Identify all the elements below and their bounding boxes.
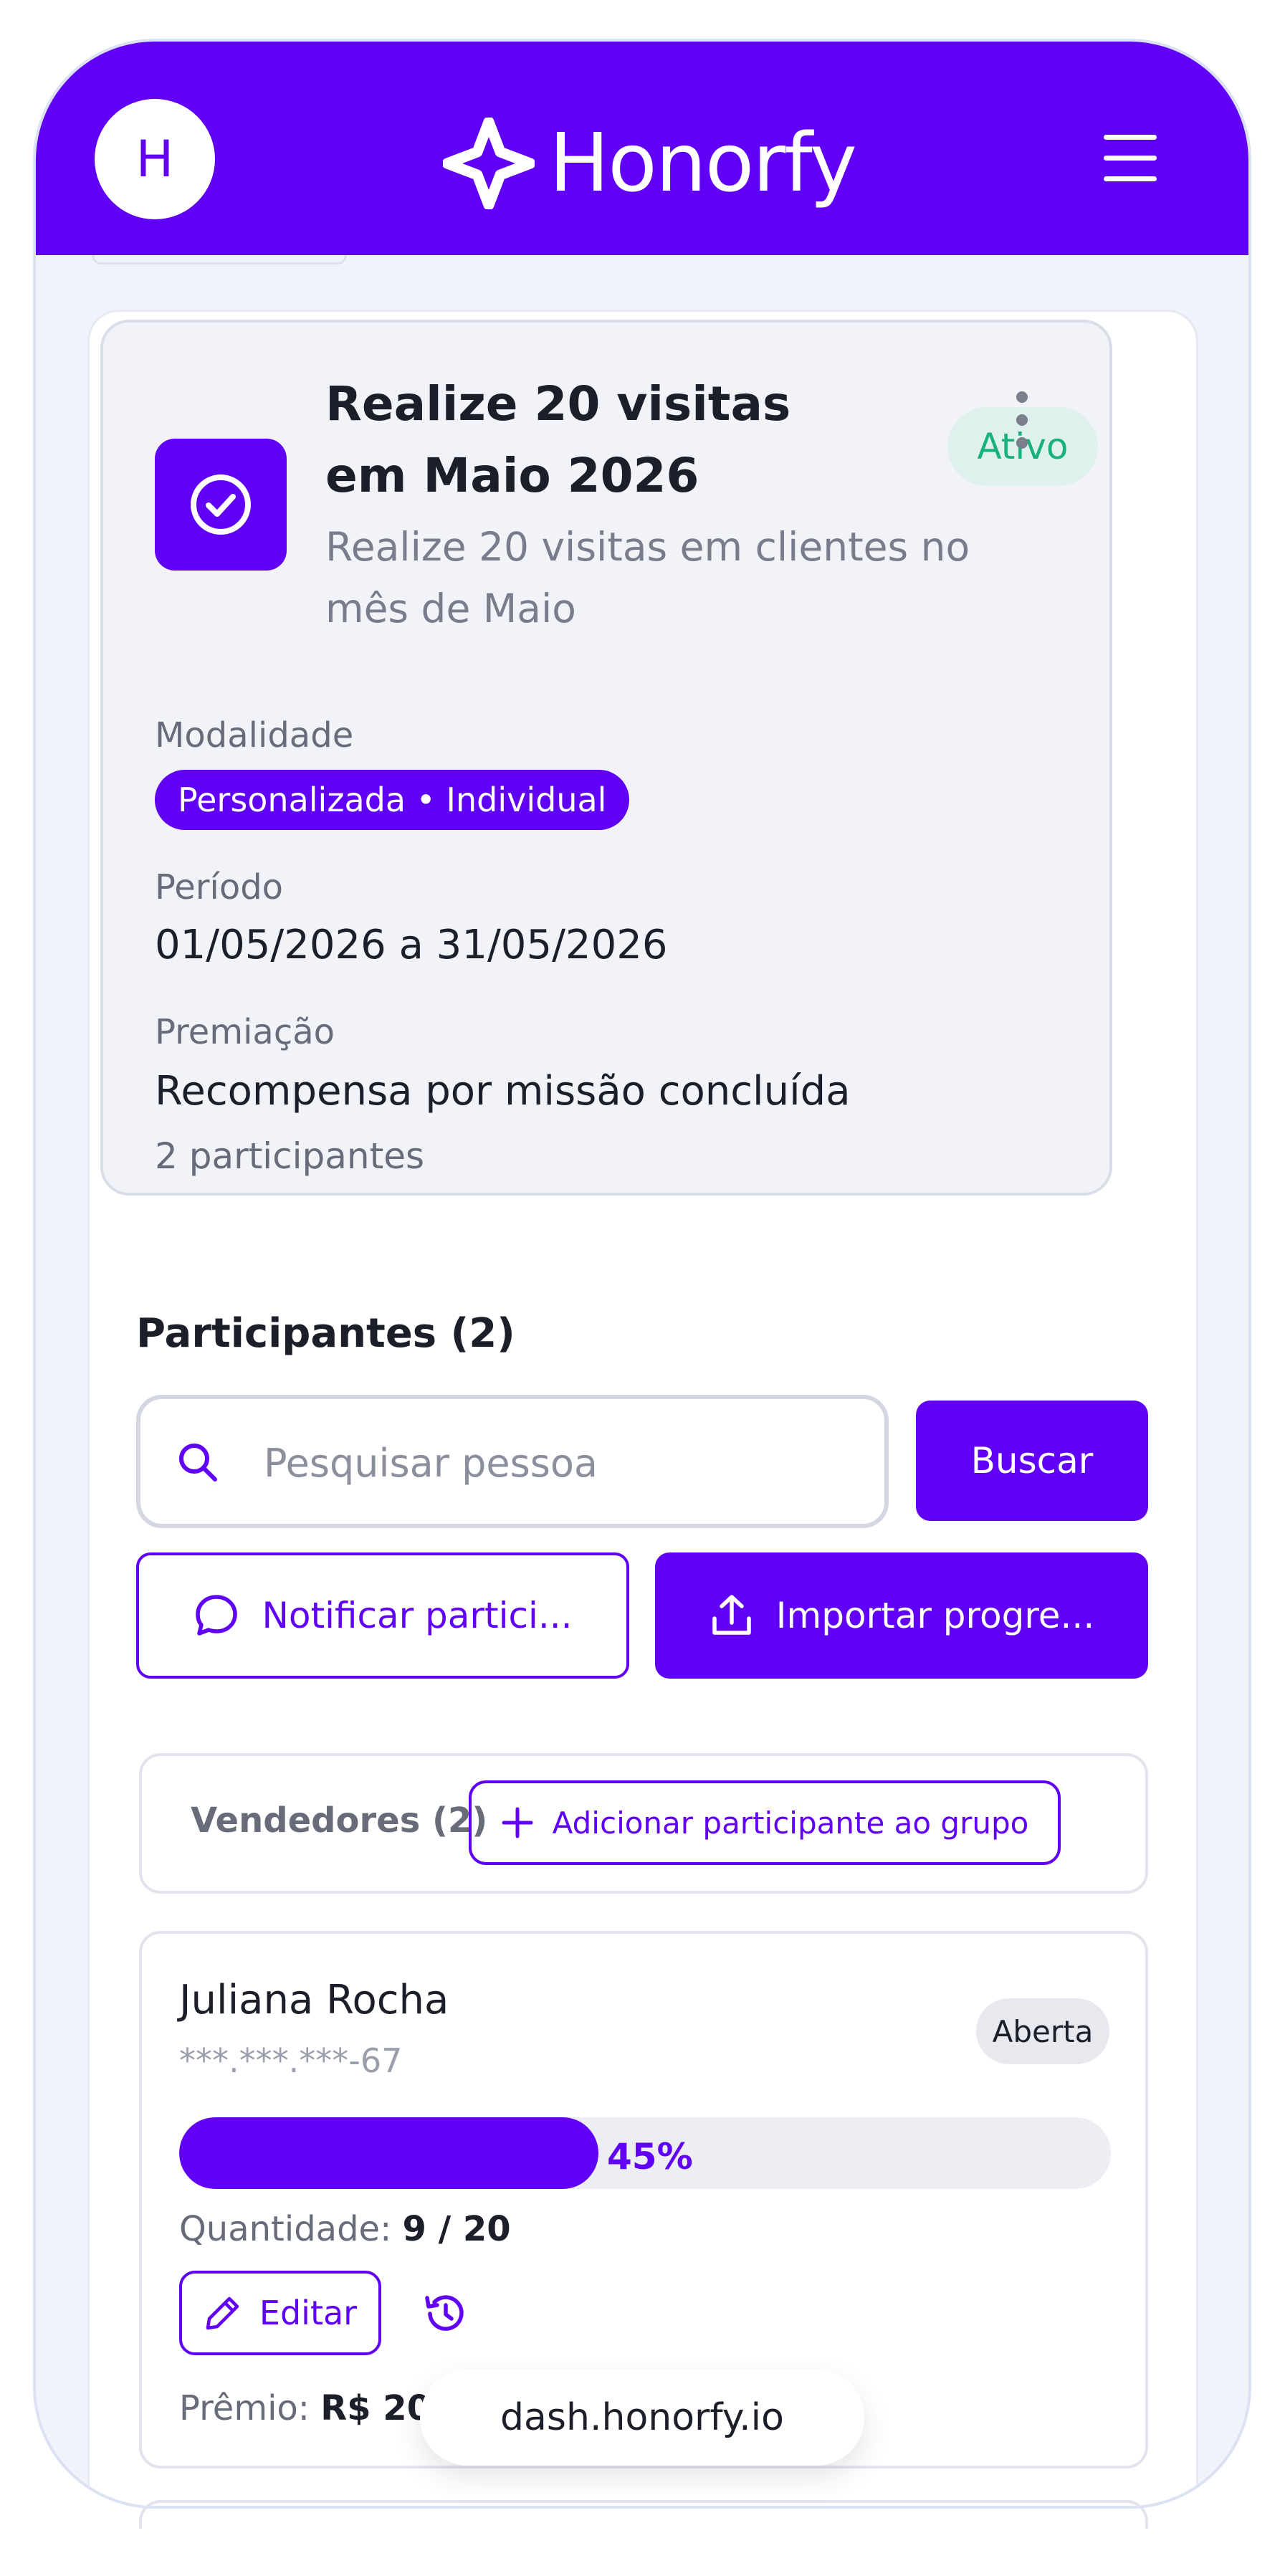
browser-url-bar[interactable]: dash.honorfy.io xyxy=(420,2370,864,2466)
brand-name: Honorfy xyxy=(549,117,857,210)
chat-bubble-icon xyxy=(196,1595,238,1636)
modality-badge: Personalizada • Individual xyxy=(155,770,630,830)
period-label: Período xyxy=(155,867,284,907)
edit-label: Editar xyxy=(259,2294,358,2332)
quantity-label: Quantidade: xyxy=(179,2209,392,2249)
tab-edge xyxy=(92,255,347,264)
progress-label: 45% xyxy=(607,2136,693,2177)
mission-card: Realize 20 visitas em Maio 2026 Realize … xyxy=(100,320,1112,1196)
modality-label: Modalidade xyxy=(155,715,354,755)
add-participant-button[interactable]: Adicionar participante ao grupo xyxy=(469,1780,1061,1865)
participants-title: Participantes (2) xyxy=(136,1310,515,1357)
participant-quantity: Quantidade: 9 / 20 xyxy=(179,2209,511,2249)
participant-document: ***.***.***-67 xyxy=(179,2041,403,2080)
search-icon xyxy=(179,1444,217,1482)
app-header: H Honorfy xyxy=(36,42,1248,255)
search-input[interactable] xyxy=(262,1428,853,1498)
prize-value: Recompensa por missão concluída xyxy=(155,1068,851,1115)
hamburger-menu-icon[interactable] xyxy=(1104,135,1157,182)
avatar[interactable]: H xyxy=(95,99,215,219)
edit-button[interactable]: Editar xyxy=(179,2271,381,2355)
import-progress-button[interactable]: Importar progre... xyxy=(655,1552,1148,1679)
prize-label: Premiação xyxy=(155,1012,335,1052)
progress-fill xyxy=(179,2117,598,2189)
search-field[interactable] xyxy=(136,1395,889,1528)
participant-name: Juliana Rocha xyxy=(179,1977,449,2023)
brand-logo: Honorfy xyxy=(443,113,857,214)
quantity-value: 9 / 20 xyxy=(402,2209,511,2249)
notify-participants-label: Notificar partici... xyxy=(262,1595,573,1636)
search-button[interactable]: Buscar xyxy=(916,1401,1148,1521)
participant-prize: Prêmio: R$ 200 xyxy=(179,2388,454,2428)
more-options-icon[interactable] xyxy=(1012,391,1033,449)
group-header: Vendedores (2) Adicionar participante ao… xyxy=(139,1753,1148,1894)
notify-participants-button[interactable]: Notificar partici... xyxy=(136,1552,629,1679)
honorfy-logo-icon xyxy=(443,118,535,209)
upload-icon xyxy=(712,1595,751,1635)
next-participant-card xyxy=(139,2500,1148,2529)
participant-status-badge: Aberta xyxy=(976,1998,1109,2064)
history-icon[interactable] xyxy=(421,2291,467,2337)
pencil-icon xyxy=(206,2296,239,2330)
mission-description: Realize 20 visitas em clientes no mês de… xyxy=(325,524,970,631)
participants-count: 2 participantes xyxy=(155,1135,425,1177)
import-progress-label: Importar progre... xyxy=(775,1595,1095,1636)
period-value: 01/05/2026 a 31/05/2026 xyxy=(155,922,668,968)
mission-title: Realize 20 visitas em Maio 2026 xyxy=(325,376,791,503)
group-label[interactable]: Vendedores (2) xyxy=(191,1800,487,1841)
add-participant-label: Adicionar participante ao grupo xyxy=(552,1805,1029,1841)
check-circle-icon xyxy=(155,439,287,571)
plus-icon xyxy=(502,1807,533,1838)
prize-label: Prêmio: xyxy=(179,2388,310,2428)
